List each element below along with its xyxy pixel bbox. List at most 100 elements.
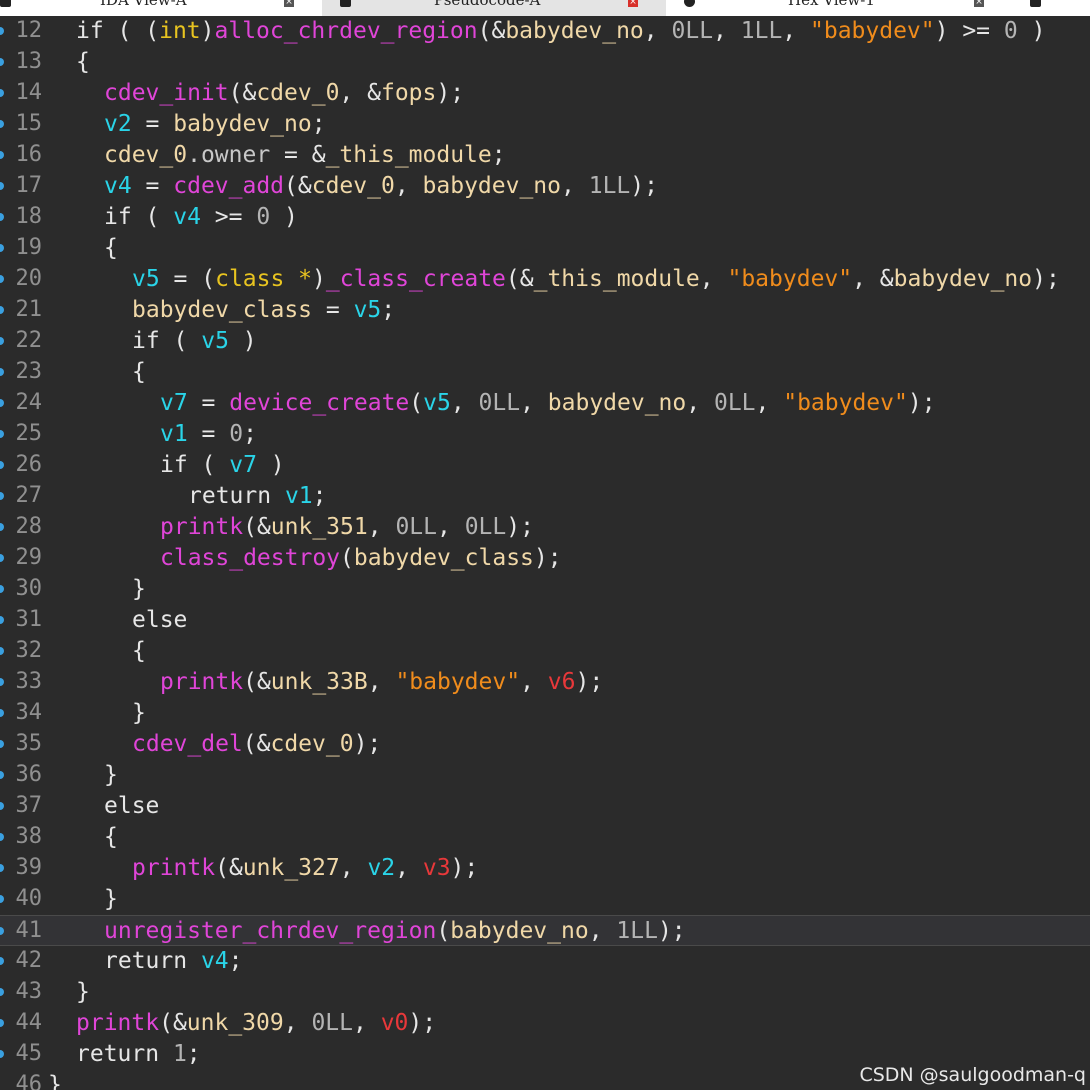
code-line[interactable]: 12 if ( (int)alloc_chrdev_region(&babydev… bbox=[0, 16, 1090, 47]
code-token[interactable]: = bbox=[132, 111, 174, 137]
code-token[interactable]: = bbox=[188, 390, 230, 416]
code-text[interactable]: { bbox=[132, 359, 146, 385]
code-token[interactable]: , bbox=[353, 1010, 381, 1036]
code-token[interactable]: 1LL bbox=[616, 918, 658, 944]
code-line[interactable]: 40} bbox=[0, 884, 1090, 915]
code-token[interactable]: v4 bbox=[173, 204, 201, 230]
code-token[interactable]: device_create bbox=[229, 390, 409, 416]
code-token[interactable]: (& bbox=[243, 669, 271, 695]
code-text[interactable]: } bbox=[104, 762, 118, 788]
code-token[interactable]: ( bbox=[436, 918, 450, 944]
close-icon[interactable]: × bbox=[284, 0, 294, 7]
code-token[interactable]: (& bbox=[243, 514, 271, 540]
code-line[interactable]: 33 printk(&unk_33B, "babydev", v6); bbox=[0, 667, 1090, 698]
code-token[interactable]: class_destroy bbox=[160, 545, 340, 571]
code-token[interactable]: cdev_0 bbox=[104, 142, 187, 168]
code-line[interactable]: 35 cdev_del(&cdev_0); bbox=[0, 729, 1090, 760]
structures-icon[interactable] bbox=[1030, 0, 1041, 7]
code-token[interactable]: printk bbox=[132, 855, 215, 881]
code-text[interactable]: return 1; bbox=[76, 1041, 201, 1067]
code-token[interactable]: { bbox=[104, 824, 118, 850]
code-token[interactable]: else bbox=[104, 793, 159, 819]
code-line[interactable]: 28 printk(&unk_351, 0LL, 0LL); bbox=[0, 512, 1090, 543]
code-text[interactable]: { bbox=[76, 49, 90, 75]
code-token[interactable]: unk_309 bbox=[187, 1010, 284, 1036]
code-token[interactable]: , bbox=[713, 18, 741, 44]
code-token[interactable]: = bbox=[312, 297, 354, 323]
code-text[interactable]: cdev_del(&cdev_0); bbox=[132, 731, 381, 757]
code-token[interactable]: ; bbox=[229, 948, 243, 974]
code-token[interactable]: v1 bbox=[285, 483, 313, 509]
code-token[interactable]: (& bbox=[215, 855, 243, 881]
code-token[interactable]: ; bbox=[313, 483, 327, 509]
code-line[interactable]: 29 class_destroy(babydev_class); bbox=[0, 543, 1090, 574]
close-icon[interactable]: × bbox=[974, 0, 984, 7]
code-token[interactable]: ; bbox=[381, 297, 395, 323]
code-token[interactable]: v7 bbox=[160, 390, 188, 416]
code-token[interactable]: } bbox=[76, 979, 90, 1005]
code-text[interactable]: v7 = device_create(v5, 0LL, babydev_no, … bbox=[160, 390, 936, 416]
code-text[interactable]: v4 = cdev_add(&cdev_0, babydev_no, 1LL); bbox=[104, 173, 658, 199]
code-token[interactable]: ) >= bbox=[935, 18, 1004, 44]
code-text[interactable]: } bbox=[76, 979, 90, 1005]
code-text[interactable]: cdev_init(&cdev_0, &fops); bbox=[104, 80, 464, 106]
code-text[interactable]: v2 = babydev_no; bbox=[104, 111, 326, 137]
code-text[interactable]: return v1; bbox=[188, 483, 327, 509]
code-line[interactable]: 24 v7 = device_create(v5, 0LL, babydev_no… bbox=[0, 388, 1090, 419]
code-token[interactable]: ) bbox=[312, 266, 326, 292]
code-line[interactable]: 36} bbox=[0, 760, 1090, 791]
code-token[interactable]: 1LL bbox=[741, 18, 783, 44]
code-token[interactable]: babydev_no bbox=[423, 173, 561, 199]
code-token[interactable]: } bbox=[104, 762, 118, 788]
code-line[interactable]: 32 { bbox=[0, 636, 1090, 667]
code-line[interactable]: 27 return v1; bbox=[0, 481, 1090, 512]
code-text[interactable]: printk(&unk_351, 0LL, 0LL); bbox=[160, 514, 534, 540]
code-token[interactable]: unk_33B bbox=[271, 669, 368, 695]
code-text[interactable]: babydev_class = v5; bbox=[132, 297, 395, 323]
code-line[interactable]: 21 babydev_class = v5; bbox=[0, 295, 1090, 326]
code-token[interactable]: v4 bbox=[104, 173, 132, 199]
code-token[interactable]: , bbox=[520, 390, 548, 416]
code-token[interactable]: babydev_no bbox=[548, 390, 686, 416]
code-token[interactable]: cdev_del bbox=[132, 731, 243, 757]
code-token[interactable]: _this_module bbox=[534, 266, 700, 292]
code-token[interactable]: ) bbox=[257, 452, 285, 478]
code-token[interactable]: v6 bbox=[548, 669, 576, 695]
code-token[interactable]: , bbox=[644, 18, 672, 44]
code-line[interactable]: 26 if ( v7 ) bbox=[0, 450, 1090, 481]
code-token[interactable]: , bbox=[368, 669, 396, 695]
code-token[interactable]: return bbox=[76, 1041, 173, 1067]
code-token[interactable]: { bbox=[104, 235, 118, 261]
code-token[interactable]: = bbox=[132, 173, 174, 199]
tab-hex-view-1[interactable]: Hex View-1 × bbox=[666, 0, 1090, 16]
code-token[interactable]: { bbox=[132, 359, 146, 385]
code-token[interactable]: , bbox=[451, 390, 479, 416]
code-token[interactable]: ( bbox=[340, 545, 354, 571]
code-token[interactable]: ); bbox=[1032, 266, 1060, 292]
code-token[interactable]: (& bbox=[243, 731, 271, 757]
code-token[interactable]: ) bbox=[201, 18, 215, 44]
code-text[interactable]: else bbox=[132, 607, 187, 633]
code-token[interactable]: { bbox=[76, 49, 90, 75]
code-token[interactable]: ); bbox=[630, 173, 658, 199]
code-text[interactable]: if ( v5 ) bbox=[132, 328, 257, 354]
code-line[interactable]: 13 { bbox=[0, 47, 1090, 78]
code-token[interactable]: v0 bbox=[381, 1010, 409, 1036]
code-token[interactable]: ) bbox=[270, 204, 298, 230]
code-token[interactable]: ( bbox=[409, 390, 423, 416]
code-token[interactable]: v2 bbox=[367, 855, 395, 881]
code-token[interactable]: babydev_no bbox=[450, 918, 588, 944]
code-token[interactable]: alloc_chrdev_region bbox=[215, 18, 478, 44]
code-token[interactable]: cdev_0 bbox=[270, 731, 353, 757]
code-token[interactable]: 1LL bbox=[589, 173, 631, 199]
code-text[interactable]: { bbox=[104, 824, 118, 850]
code-token[interactable]: return bbox=[104, 948, 201, 974]
code-line[interactable]: 30} bbox=[0, 574, 1090, 605]
code-token[interactable]: v5 bbox=[354, 297, 382, 323]
code-token[interactable]: 0LL bbox=[672, 18, 714, 44]
code-token[interactable]: } bbox=[132, 576, 146, 602]
code-token[interactable]: else bbox=[132, 607, 187, 633]
code-line[interactable]: 37 else bbox=[0, 791, 1090, 822]
code-line[interactable]: 16 cdev_0.owner = &_this_module; bbox=[0, 140, 1090, 171]
code-token[interactable]: 1 bbox=[173, 1041, 187, 1067]
